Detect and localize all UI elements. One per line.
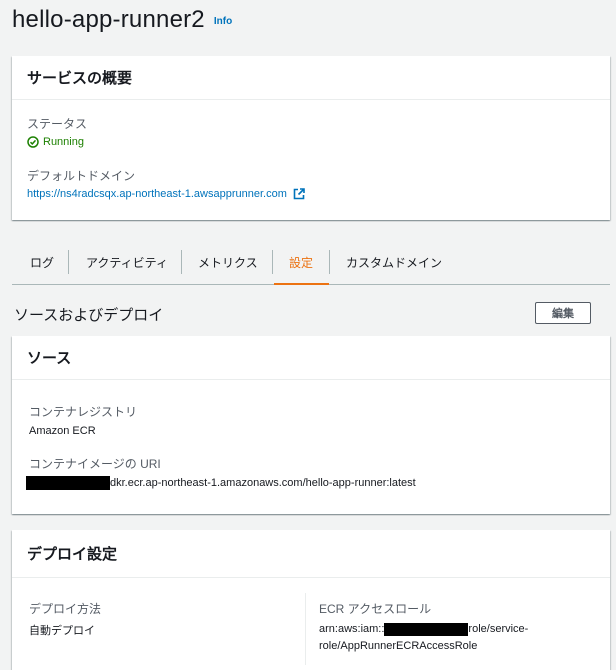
service-overview-card: サービスの概要 ステータス Running デフォルトドメイン https://… [12, 56, 610, 220]
redacted-account-id [26, 476, 110, 490]
active-tab-indicator [274, 283, 329, 285]
image-uri-label: コンテナイメージの URI [29, 457, 161, 471]
info-link[interactable]: Info [214, 16, 232, 27]
role-suffix: role/service- [468, 623, 529, 635]
tab-divider [272, 250, 273, 274]
default-domain-label: デフォルトドメイン [27, 169, 136, 183]
tab-divider [329, 250, 330, 274]
page-title: hello-app-runner2 [12, 6, 205, 33]
tab-settings[interactable]: 設定 [289, 240, 313, 284]
tab-bar: ログ アクティビティ メトリクス 設定 カスタムドメイン [12, 240, 610, 285]
tab-divider [181, 250, 182, 274]
edit-button[interactable]: 編集 [535, 302, 591, 324]
role-line-1: arn:aws:iam:: role/service- [319, 621, 528, 638]
ecr-access-role-label: ECR アクセスロール [319, 602, 432, 616]
external-link-icon[interactable] [293, 188, 305, 200]
tab-activity[interactable]: アクティビティ [86, 240, 168, 284]
deploy-method-value: 自動デプロイ [29, 625, 95, 637]
image-uri-value: dkr.ecr.ap-northeast-1.amazonaws.com/hel… [26, 476, 416, 490]
source-heading: ソース [12, 336, 610, 380]
default-domain-link[interactable]: https://ns4radcsqx.ap-northeast-1.awsapp… [27, 188, 287, 200]
default-domain-link-wrap: https://ns4radcsqx.ap-northeast-1.awsapp… [27, 188, 305, 200]
status-value: Running [27, 136, 84, 148]
tab-divider [68, 250, 69, 274]
status-text: Running [43, 136, 84, 148]
status-label: ステータス [27, 117, 88, 131]
image-uri-suffix: dkr.ecr.ap-northeast-1.amazonaws.com/hel… [110, 477, 416, 489]
source-deploy-title: ソースおよびデプロイ [14, 307, 164, 324]
ecr-access-role-value: arn:aws:iam:: role/service- role/AppRunn… [319, 621, 528, 655]
container-registry-value: Amazon ECR [29, 425, 96, 437]
deploy-method-label: デプロイ方法 [29, 602, 102, 616]
check-circle-icon [27, 136, 39, 148]
role-line-2: role/AppRunnerECRAccessRole [319, 640, 478, 652]
deploy-heading: デプロイ設定 [12, 530, 610, 578]
tab-metrics[interactable]: メトリクス [198, 240, 258, 284]
column-divider [305, 593, 306, 665]
page-header: hello-app-runner2 Info [12, 6, 232, 34]
container-registry-label: コンテナレジストリ [29, 405, 138, 419]
tab-logs[interactable]: ログ [30, 240, 54, 284]
redacted-account-id [384, 623, 469, 636]
tab-custom-domains[interactable]: カスタムドメイン [346, 240, 442, 284]
overview-heading: サービスの概要 [12, 56, 610, 100]
source-card: ソース コンテナレジストリ Amazon ECR コンテナイメージの URI d… [12, 336, 610, 514]
role-prefix: arn:aws:iam:: [319, 623, 385, 635]
deploy-settings-card: デプロイ設定 デプロイ方法 自動デプロイ ECR アクセスロール arn:aws… [12, 530, 610, 670]
